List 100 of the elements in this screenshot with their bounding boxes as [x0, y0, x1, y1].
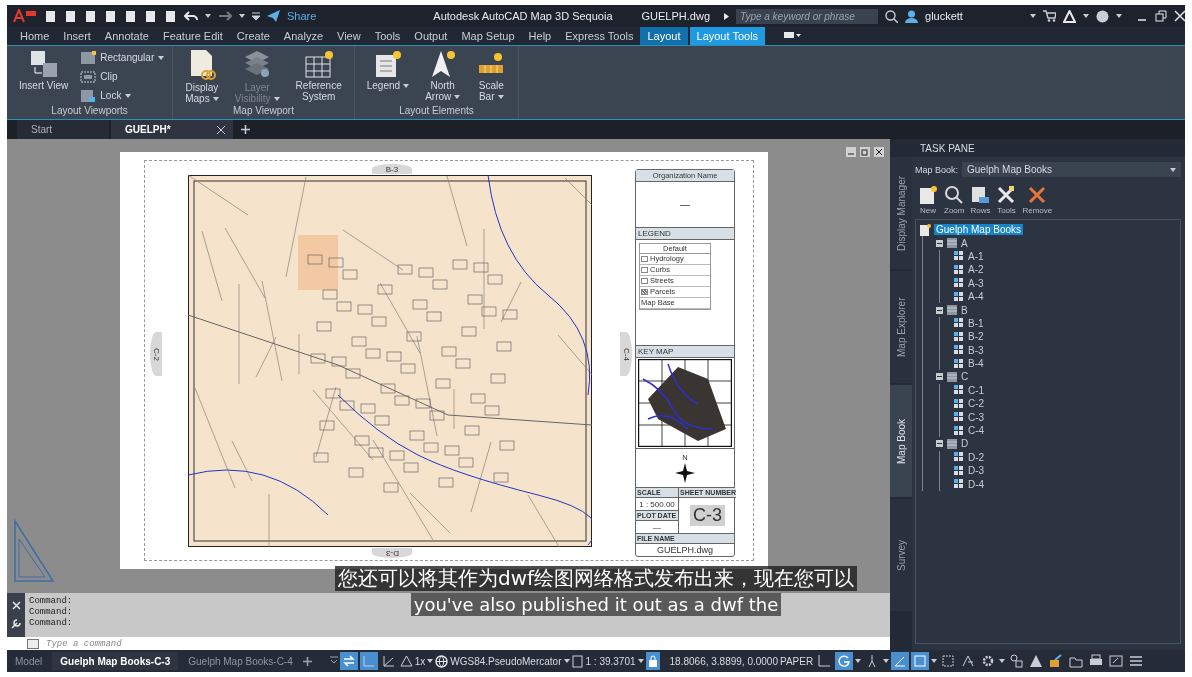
adjacent-sheet-tab[interactable]: B-3 — [372, 164, 412, 174]
viewport-scale[interactable]: 1 : 39.3701 — [585, 655, 636, 667]
tree-item[interactable]: B-1 — [968, 317, 984, 329]
tree-item[interactable]: D-4 — [968, 478, 985, 490]
tree-item[interactable]: B-2 — [968, 331, 984, 343]
side-tab[interactable]: Survey — [890, 499, 912, 611]
ribbon-tab[interactable]: View — [330, 27, 368, 45]
paper-plane-icon[interactable] — [267, 10, 280, 22]
sheet-tab[interactable]: Guelph Map Books-C-3 — [52, 652, 179, 670]
sheet-tab[interactable]: Model — [7, 652, 51, 670]
lock-toggle[interactable] — [645, 652, 660, 670]
ribbon-tab[interactable]: Analyze — [276, 27, 330, 45]
tree-item[interactable]: D-2 — [968, 451, 985, 463]
ribbon-tool[interactable]: Display Maps — [179, 49, 225, 104]
ribbon-tool[interactable]: Insert View — [13, 49, 75, 91]
document-tab[interactable]: GUELPH* — [111, 120, 233, 139]
plus-icon[interactable] — [302, 656, 312, 666]
collapse-toggle[interactable] — [936, 306, 943, 314]
annotation-scale[interactable]: 1x — [414, 655, 426, 667]
restore-icon[interactable] — [1154, 10, 1167, 22]
side-tab[interactable]: Display Manager — [890, 157, 912, 269]
tree-item[interactable]: B-4 — [968, 358, 984, 370]
collapse-toggle[interactable] — [936, 440, 943, 448]
ribbon-tab[interactable]: Feature Edit — [155, 27, 230, 45]
share-button[interactable]: Share — [287, 10, 317, 22]
ribbon-tool[interactable]: North Arrow — [419, 49, 467, 102]
tree-item[interactable]: B-3 — [968, 344, 984, 356]
collapse-icon[interactable] — [329, 656, 338, 666]
wrench-icon[interactable] — [11, 619, 21, 630]
command-icon[interactable] — [27, 638, 41, 649]
ribbon-tool[interactable]: Reference System — [289, 49, 348, 102]
tree-item[interactable]: C-1 — [968, 384, 985, 396]
search-icon[interactable] — [885, 9, 898, 23]
document-icon[interactable] — [44, 9, 57, 23]
tree-item[interactable]: A-3 — [968, 277, 984, 289]
ribbon-tool[interactable]: Legend — [360, 49, 416, 91]
tree-item[interactable]: A-4 — [968, 291, 984, 303]
ribbon-tab[interactable]: Help — [521, 27, 559, 45]
close-icon[interactable] — [874, 147, 884, 157]
tree-item[interactable]: A-2 — [968, 264, 984, 276]
document-tab[interactable]: Start — [17, 120, 109, 139]
sheet-tab[interactable]: Guelph Map Books-C-4 — [180, 652, 301, 670]
tree-item[interactable]: A — [961, 237, 968, 249]
user-icon[interactable] — [905, 9, 918, 23]
tree-item[interactable]: B — [961, 304, 968, 316]
ribbon-tab[interactable]: Express Tools — [558, 27, 641, 45]
coordinate-system[interactable]: WGS84.PseudoMercator — [450, 655, 562, 667]
ribbon-tool[interactable]: Rectangular — [78, 49, 167, 66]
adjacent-sheet-tab[interactable]: D-3 — [372, 548, 412, 558]
play-icon[interactable] — [724, 12, 729, 20]
map-book-dropdown[interactable]: Guelph Map Books — [962, 162, 1181, 177]
tree-item[interactable]: C-4 — [968, 425, 985, 437]
ribbon-tool[interactable]: Scale Bar — [470, 49, 513, 102]
toolbar-button[interactable]: Tools — [995, 185, 1018, 215]
undo-icon[interactable] — [184, 10, 198, 22]
tree-item[interactable]: Guelph Map Books — [934, 224, 1024, 236]
toolbar-button[interactable]: Rows — [969, 185, 992, 215]
ribbon-tab[interactable]: Tools — [367, 27, 408, 45]
adjacent-sheet-tab[interactable]: C-4 — [620, 332, 632, 376]
restore-icon[interactable] — [860, 147, 870, 157]
warning-icon[interactable] — [399, 655, 413, 667]
help-icon[interactable] — [1095, 9, 1109, 23]
insert-view-icon — [28, 49, 59, 79]
tree-item[interactable]: C — [961, 371, 969, 383]
subtitle-caption: you've also published it out as a dwf the — [410, 593, 782, 616]
tree-item[interactable]: D — [961, 438, 969, 450]
app-logo-icon[interactable] — [13, 9, 37, 23]
ribbon-tool[interactable]: Clip — [78, 68, 167, 85]
ribbon-tool[interactable]: Lock — [78, 87, 167, 104]
cart-icon[interactable] — [1042, 10, 1056, 22]
plus-icon[interactable] — [241, 125, 250, 134]
tree-item[interactable]: C-2 — [968, 398, 985, 410]
ribbon-tab[interactable]: Annotate — [97, 27, 156, 45]
space-toggle[interactable]: PAPER — [780, 655, 814, 667]
globe-icon[interactable] — [435, 654, 449, 668]
ribbon-tab[interactable]: Create — [229, 27, 277, 45]
ribbon-tab[interactable]: Home — [13, 27, 57, 45]
caret-icon — [427, 659, 434, 663]
customize-icon[interactable] — [252, 12, 260, 20]
tree-item[interactable]: A-1 — [968, 250, 984, 262]
ribbon-tab[interactable]: Layout — [640, 27, 688, 45]
toolbar-button[interactable]: Remove — [1021, 185, 1054, 215]
ribbon-tab[interactable]: Map Setup — [454, 27, 522, 45]
document-icon[interactable] — [124, 9, 137, 23]
user-name[interactable]: gluckett — [925, 10, 963, 22]
redo-icon[interactable] — [218, 10, 232, 22]
collapse-toggle[interactable] — [936, 373, 943, 381]
search-field[interactable]: Type a keyword or phrase — [736, 8, 878, 24]
tree-item[interactable]: C-3 — [968, 411, 985, 423]
side-tab[interactable]: Map Explorer — [890, 271, 912, 383]
viewport-scale-icon[interactable] — [571, 654, 584, 668]
adjacent-sheet-tab[interactable]: C-2 — [150, 332, 162, 376]
ribbon-tab[interactable]: Insert — [56, 27, 98, 45]
collapse-toggle[interactable] — [936, 239, 943, 247]
toolbar-button[interactable]: Zoom — [943, 185, 966, 215]
triangle-icon[interactable] — [1062, 9, 1076, 23]
toolbar-button[interactable]: New — [917, 185, 939, 215]
side-tab[interactable]: Map Book — [890, 385, 912, 497]
tree-item[interactable]: D-3 — [968, 465, 985, 477]
ribbon-tab[interactable]: Output — [407, 27, 455, 45]
